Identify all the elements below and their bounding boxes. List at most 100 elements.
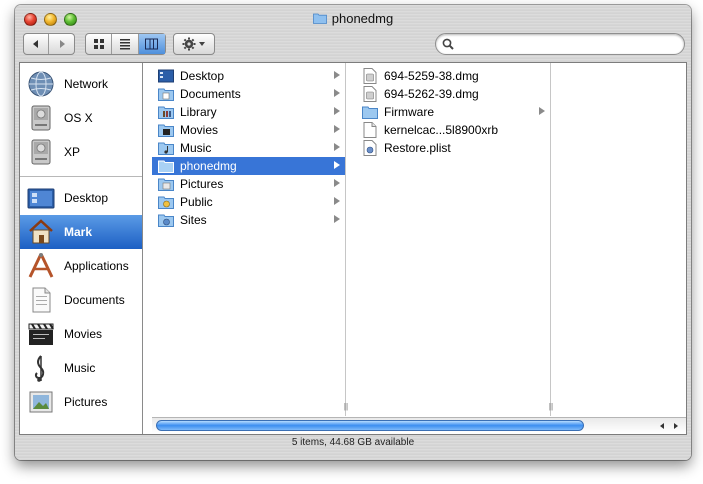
sidebar-item-label: Network (64, 77, 109, 91)
list-item-documents[interactable]: Documents (152, 85, 345, 103)
sidebar-item-documents[interactable]: Documents (20, 283, 142, 317)
sidebar-item-movies[interactable]: Movies (20, 317, 142, 351)
plist-file-icon (362, 140, 378, 156)
globe-icon (25, 68, 57, 100)
list-item-label: Restore.plist (384, 141, 451, 155)
column-view-icon (145, 38, 159, 50)
column-view-button[interactable] (138, 34, 165, 54)
document-icon (362, 122, 378, 138)
icon-view-icon (93, 39, 104, 49)
finder-window: phonedmg Network OS X XP Desktop Mark Ap… (15, 5, 691, 460)
list-item-label: Firmware (384, 105, 434, 119)
sidebar-item-network[interactable]: Network (20, 67, 142, 101)
sidebar: Network OS X XP Desktop Mark Application… (20, 63, 143, 434)
gear-icon (182, 37, 205, 51)
search-field[interactable] (435, 33, 685, 55)
disclosure-arrow-icon (334, 107, 340, 115)
list-item-sites[interactable]: Sites (152, 211, 345, 229)
sidebar-item-desktop[interactable]: Desktop (20, 181, 142, 215)
action-menu-button[interactable] (173, 33, 215, 55)
disclosure-arrow-icon (334, 125, 340, 133)
scroll-right-button[interactable] (669, 419, 683, 432)
column-phonedmg: 694-5259-38.dmg 694-5262-39.dmg Firmware (356, 63, 553, 416)
disclosure-arrow-icon (334, 197, 340, 205)
music-icon (25, 352, 57, 384)
applications-icon (25, 250, 57, 282)
search-icon (442, 38, 454, 50)
column-resize-handle[interactable]: || (341, 402, 351, 412)
sidebar-item-os-x[interactable]: OS X (20, 101, 142, 135)
folder-icon (158, 158, 174, 174)
list-item-kernelcache[interactable]: kernelcac...5l8900xrb (356, 121, 550, 139)
forward-button[interactable] (49, 34, 74, 54)
back-arrow-icon (33, 40, 38, 48)
pictures-icon (25, 386, 57, 418)
list-item-label: Desktop (180, 69, 225, 83)
list-item-label: phonedmg (180, 159, 237, 173)
music-folder-icon (158, 140, 174, 156)
library-folder-icon (158, 104, 174, 120)
list-item-restore-plist[interactable]: Restore.plist (356, 139, 550, 157)
window-title: phonedmg (15, 11, 691, 26)
list-item-music[interactable]: Music (152, 139, 345, 157)
folder-icon (312, 12, 327, 24)
sites-folder-icon (158, 212, 174, 228)
list-item-movies[interactable]: Movies (152, 121, 345, 139)
list-item-label: Sites (180, 213, 207, 227)
sidebar-item-xp[interactable]: XP (20, 135, 142, 169)
list-item-library[interactable]: Library (152, 103, 345, 121)
dmg-file-icon (362, 86, 378, 102)
list-item-label: 694-5262-39.dmg (384, 87, 479, 101)
folder-icon (362, 104, 378, 120)
hard-drive-icon (25, 102, 57, 134)
list-item-phonedmg[interactable]: phonedmg (152, 157, 345, 175)
movies-folder-icon (158, 122, 174, 138)
list-item-label: Music (180, 141, 212, 155)
list-item-label: kernelcac...5l8900xrb (384, 123, 499, 137)
search-input[interactable] (458, 36, 678, 52)
list-item-firmware[interactable]: Firmware (356, 103, 550, 121)
sidebar-item-label: Desktop (64, 191, 109, 205)
icon-view-button[interactable] (86, 34, 113, 54)
movies-icon (25, 318, 57, 350)
scroll-right-icon (674, 422, 678, 429)
list-view-icon (120, 39, 131, 50)
sidebar-item-pictures[interactable]: Pictures (20, 385, 142, 419)
public-folder-icon (158, 194, 174, 210)
documents-folder-icon (158, 86, 174, 102)
list-item-pictures[interactable]: Pictures (152, 175, 345, 193)
scrollbar-thumb[interactable] (156, 420, 584, 431)
list-item-dmg-1[interactable]: 694-5259-38.dmg (356, 67, 550, 85)
sidebar-item-applications[interactable]: Applications (20, 249, 142, 283)
scroll-left-icon (660, 422, 664, 429)
sidebar-item-label: Pictures (64, 395, 108, 409)
list-item-label: Pictures (180, 177, 224, 191)
view-mode-buttons (85, 33, 166, 55)
sidebar-item-music[interactable]: Music (20, 351, 142, 385)
pictures-folder-icon (158, 176, 174, 192)
action-button-face[interactable] (174, 34, 214, 54)
home-icon (25, 216, 57, 248)
sidebar-item-label: XP (64, 145, 81, 159)
disclosure-arrow-icon (334, 89, 340, 97)
scroll-left-button[interactable] (655, 419, 669, 432)
back-button[interactable] (24, 34, 50, 54)
list-item-public[interactable]: Public (152, 193, 345, 211)
sidebar-item-label: Documents (64, 293, 125, 307)
desktop-folder-icon (158, 68, 174, 84)
column-resize-handle[interactable]: || (546, 402, 556, 412)
list-item-label: Movies (180, 123, 219, 137)
list-item-label: 694-5259-38.dmg (384, 69, 479, 83)
sidebar-item-label: Mark (64, 225, 93, 239)
status-bar: 5 items, 44.68 GB available (291, 437, 415, 448)
sidebar-item-mark[interactable]: Mark (20, 215, 142, 249)
disclosure-arrow-icon (539, 107, 545, 115)
list-item-desktop[interactable]: Desktop (152, 67, 345, 85)
disclosure-arrow-icon (334, 161, 340, 169)
list-item-dmg-2[interactable]: 694-5262-39.dmg (356, 85, 550, 103)
horizontal-scrollbar[interactable] (152, 417, 686, 433)
list-view-button[interactable] (112, 34, 139, 54)
navigation-buttons (23, 33, 75, 55)
sidebar-item-label: Applications (64, 259, 129, 273)
disclosure-arrow-icon (334, 215, 340, 223)
